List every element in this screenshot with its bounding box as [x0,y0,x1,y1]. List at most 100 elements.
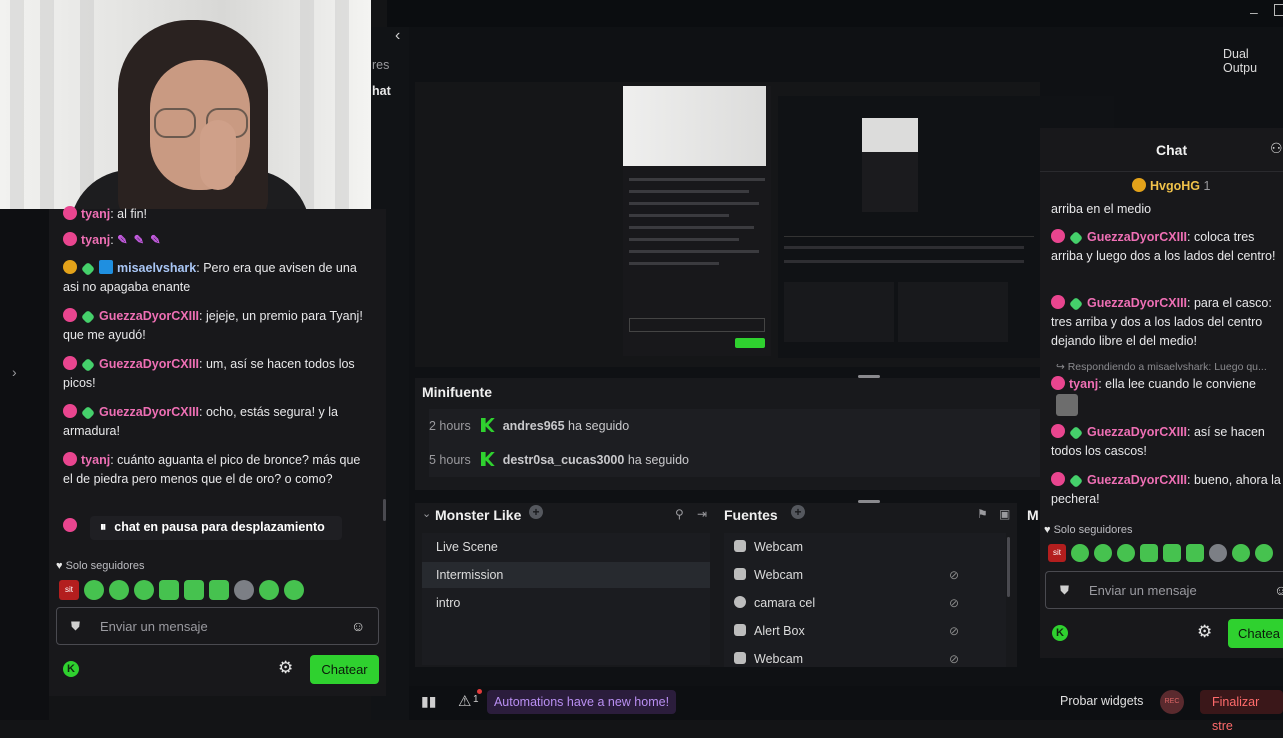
transition-icon[interactable]: ⚲ [675,507,684,521]
webcam-icon [734,652,746,664]
partial-label: res [372,58,390,72]
emote-icon[interactable] [1186,544,1204,562]
emote-icon [1056,394,1078,416]
pause-icon: ⏸ [100,520,107,534]
emote-icon[interactable] [259,580,279,600]
emote-icon[interactable] [1140,544,1158,562]
activity-title: Minifuente [422,384,492,400]
hidden-eye-icon[interactable]: ⊘ [949,568,959,582]
hidden-eye-icon[interactable]: ⊘ [949,624,959,638]
badge-icon [1068,296,1084,312]
folder-icon[interactable]: ▣ [999,507,1010,521]
alert-count: 1 [473,694,479,705]
badge-icon [63,308,77,322]
chat-input[interactable]: ⛊ Enviar un mensaje ☺ [56,607,379,645]
badge-icon [1068,425,1084,441]
activity-row[interactable]: 2 hours andres965 ha seguido [429,409,1040,443]
scenes-panel: ⌄ Monster Like + ⚲ ⇥ Live Scene Intermis… [415,503,717,667]
webcam-icon [734,540,746,552]
scene-list: Live Scene Intermission intro [422,533,710,665]
badge-icon [1051,424,1065,438]
gear-icon[interactable]: ⚙ [278,658,293,678]
studio-mode-icon[interactable]: ⇥ [697,507,707,521]
scenes-title: Monster Like [435,507,522,523]
gear-icon[interactable]: ⚙ [1197,622,1212,642]
badge-icon [80,309,96,325]
chevron-right-icon[interactable]: › [12,364,17,380]
badge-icon [63,206,77,220]
source-item[interactable]: camara cel [732,590,815,616]
source-item[interactable]: Webcam [732,534,803,560]
alert-box-icon [734,624,746,636]
collapse-chevron-icon[interactable]: ‹ [395,27,400,45]
scene-item[interactable]: intro [422,590,710,616]
bits-icon[interactable]: K [63,661,79,677]
webcam-icon [734,568,746,580]
emote-icon[interactable]: sit [1048,544,1066,562]
emote-icon[interactable] [1117,544,1135,562]
badge-icon [63,232,77,246]
emote-icon[interactable] [1232,544,1250,562]
emote-icon[interactable] [159,580,179,600]
hidden-eye-icon[interactable]: ⊘ [949,596,959,610]
activity-row[interactable]: 5 hours destr0sa_cucas3000 ha seguido [429,443,1040,477]
chat-send-button[interactable]: Chatea [1228,619,1283,648]
emote-icon[interactable] [1163,544,1181,562]
chat-message: GuezzaDyorCXIII: bueno, ahora la pechera… [1051,472,1281,506]
badge-icon [1051,376,1065,390]
scrollbar[interactable] [383,499,386,521]
rec-button[interactable]: REC [1160,690,1184,714]
scrollbar[interactable] [1007,537,1010,597]
heart-icon: ♥ [1044,524,1051,536]
emote-icon[interactable] [1209,544,1227,562]
test-widgets-button[interactable]: Probar widgets [1060,694,1143,708]
emote-icon[interactable] [84,580,104,600]
emote-icon[interactable]: sit [59,580,79,600]
emoji-icon[interactable]: ☺ [351,618,365,634]
emote-icon[interactable] [134,580,154,600]
emote-icon[interactable] [1071,544,1089,562]
chat-paused-banner[interactable]: ⏸ chat en pausa para desplazamiento [90,516,342,540]
emoji-icon[interactable]: ☺ [1274,582,1283,598]
webcam-video [0,0,371,209]
emote-icon[interactable] [284,580,304,600]
emote-icon[interactable] [109,580,129,600]
badge-icon [1051,472,1065,486]
emote-icon[interactable] [234,580,254,600]
source-group-icon[interactable]: ⚑ [977,507,988,521]
maximize-icon[interactable] [1274,4,1283,16]
badge-icon [80,405,96,421]
bits-icon[interactable]: K [1052,625,1068,641]
scene-item[interactable]: Intermission [422,562,710,588]
emote-icon[interactable] [209,580,229,600]
add-scene-icon[interactable]: + [529,505,543,519]
source-item[interactable]: Webcam [732,562,803,588]
scene-item[interactable]: Live Scene [422,534,710,560]
users-icon[interactable]: ⚇ [1270,140,1283,157]
hidden-eye-icon[interactable]: ⊘ [949,652,959,666]
kick-icon [480,418,495,432]
stats-icon[interactable]: ▮▮ [421,693,436,710]
partial-label: hat [372,84,391,98]
emote-icon[interactable] [184,580,204,600]
chevron-down-icon[interactable]: ⌄ [422,507,431,520]
emote-icon[interactable] [1255,544,1273,562]
minimize-icon[interactable]: – [1250,4,1258,20]
emote-icon[interactable] [1094,544,1112,562]
chat-header: Chat ⚇ [1040,128,1283,172]
reply-note: ↪ Respondiendo a misaelvshark: Luego qu.… [1056,361,1267,373]
heart-icon: ♥ [56,560,63,572]
chat-send-button[interactable]: Chatear [310,655,379,684]
sources-panel: Fuentes + ⚑ ▣ Webcam Webcam ⊘ camara cel… [717,503,1017,667]
source-item[interactable]: Webcam [732,646,803,667]
badge-icon [1051,295,1065,309]
chat-input[interactable]: ⛊ Enviar un mensaje ☺ [1045,571,1283,609]
end-stream-button[interactable]: Finalizar stre [1200,690,1283,733]
title-bar: – [387,0,1283,27]
source-item[interactable]: Alert Box [732,618,805,644]
mixer-title: M [1027,507,1039,523]
dual-output-label[interactable]: Dual Outpu [1223,47,1283,75]
automations-banner-button[interactable]: Automations have a new home! [487,690,676,714]
add-source-icon[interactable]: + [791,505,805,519]
alert-icon[interactable]: ⚠ [458,692,471,710]
